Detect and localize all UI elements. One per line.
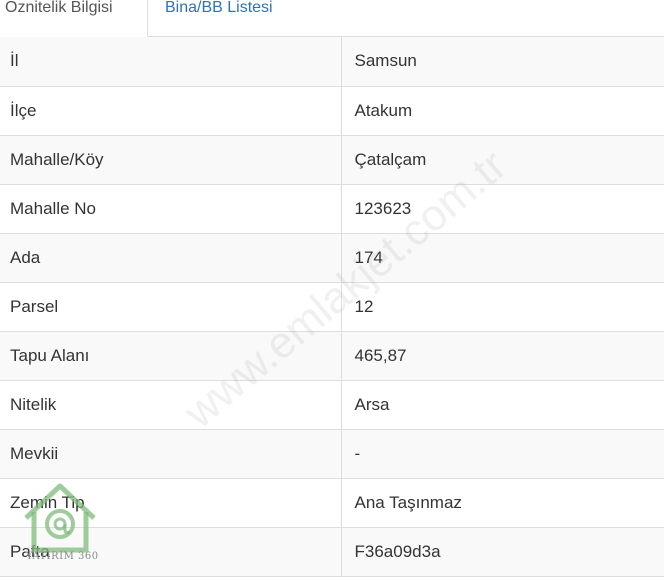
row-label: Zemin Tip [0,478,342,528]
row-value: Ana Taşınmaz [341,478,664,528]
row-label: Pafta [0,527,342,577]
table-row: Mahalle No 123623 [0,184,664,234]
table-row: Ada 174 [0,233,664,283]
row-value: Çatalçam [341,135,664,185]
row-label: Nitelik [0,380,342,430]
table-row: Mahalle/Köy Çatalçam [0,135,664,185]
row-value: Arsa [341,380,664,430]
row-value: 12 [341,282,664,332]
row-label: İlçe [0,86,342,136]
table-row: Mevkii - [0,429,664,479]
tab-bar: Öznitelik Bilgisi Bina/BB Listesi [0,0,664,37]
row-label: Mahalle No [0,184,342,234]
row-value: Samsun [341,37,664,87]
attribute-table: İl Samsun İlçe Atakum Mahalle/Köy Çatalç… [0,37,664,577]
tab-bina-bb-listesi[interactable]: Bina/BB Listesi [165,0,273,37]
row-label: Mevkii [0,429,342,479]
table-row: İlçe Atakum [0,86,664,136]
tab-oznitelik-bilgisi[interactable]: Öznitelik Bilgisi [0,0,148,37]
row-value: 465,87 [341,331,664,381]
row-label: Mahalle/Köy [0,135,342,185]
table-row: Zemin Tip Ana Taşınmaz [0,478,664,528]
row-value: F36a09d3a [341,527,664,577]
table-row: Tapu Alanı 465,87 [0,331,664,381]
row-label: Tapu Alanı [0,331,342,381]
row-label: Parsel [0,282,342,332]
table-row: Pafta F36a09d3a [0,527,664,577]
table-row: İl Samsun [0,37,664,87]
row-value: 123623 [341,184,664,234]
row-value: 174 [341,233,664,283]
row-label: İl [0,37,342,87]
row-label: Ada [0,233,342,283]
row-value: - [341,429,664,479]
table-row: Parsel 12 [0,282,664,332]
row-value: Atakum [341,86,664,136]
table-row: Nitelik Arsa [0,380,664,430]
